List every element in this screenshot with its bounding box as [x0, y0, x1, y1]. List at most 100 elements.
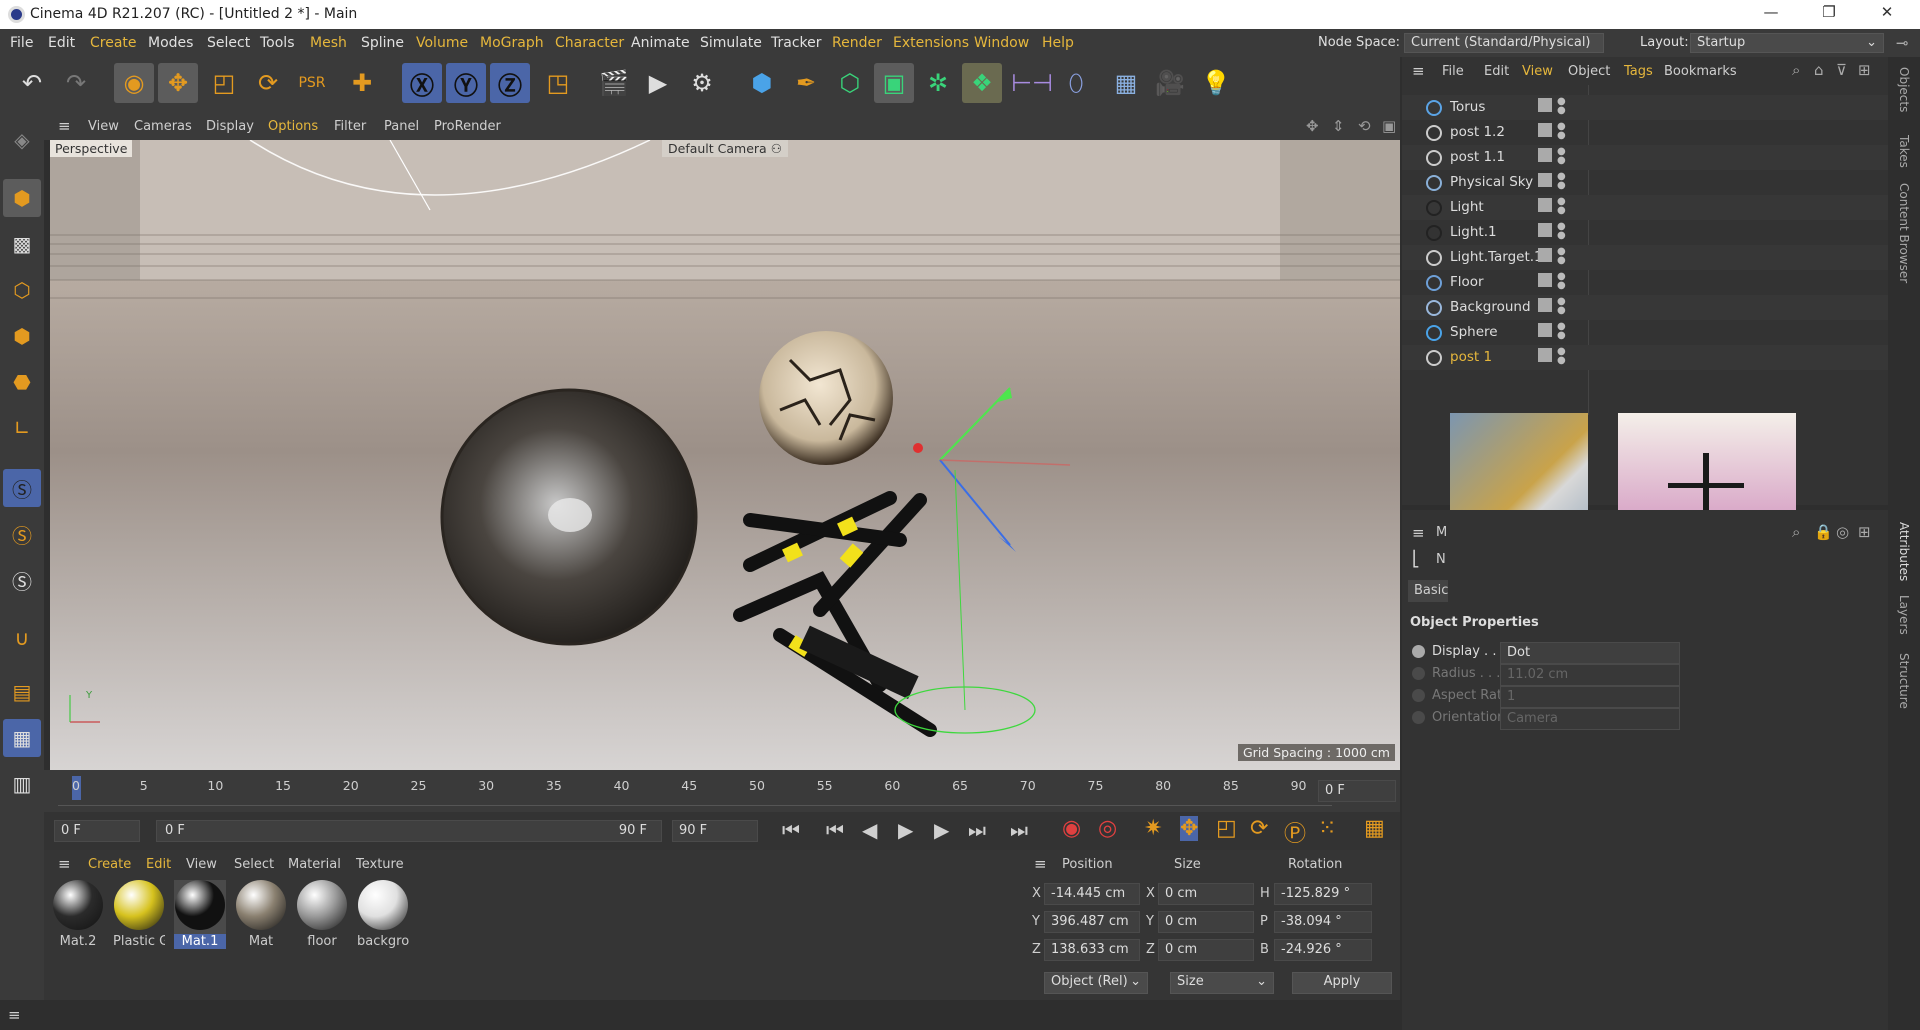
menu-window[interactable]: Window: [974, 35, 1029, 51]
position-field[interactable]: 138.633 cm: [1044, 939, 1140, 961]
layer-checkbox[interactable]: [1538, 148, 1552, 162]
render-picture-viewer-icon[interactable]: ▶: [638, 63, 678, 103]
record-icon[interactable]: ◉: [1062, 816, 1081, 841]
key-rotation-icon[interactable]: ⟳: [1250, 816, 1268, 841]
render-view-icon[interactable]: 🎬: [594, 63, 634, 103]
visibility-dots-icon[interactable]: ● ●: [1557, 197, 1566, 216]
cube-icon[interactable]: ⬢: [742, 63, 782, 103]
obj-menu-tags[interactable]: Tags: [1624, 64, 1653, 79]
attr-field[interactable]: Camera: [1500, 708, 1680, 730]
make-editable-icon[interactable]: ◈: [3, 121, 41, 159]
obj-menu-file[interactable]: File: [1442, 64, 1464, 79]
autokey-icon[interactable]: ◎: [1098, 816, 1117, 841]
mat-menu-create[interactable]: Create: [88, 857, 131, 872]
layer-checkbox[interactable]: [1538, 98, 1552, 112]
end-frame-field[interactable]: 90 F: [672, 820, 758, 842]
hamburger-icon[interactable]: ≡: [58, 855, 71, 873]
rotate-tool-icon[interactable]: ⟳: [248, 63, 288, 103]
key-pla-icon[interactable]: ⁙: [1318, 816, 1336, 841]
close-button[interactable]: ✕: [1864, 3, 1910, 27]
menu-extensions[interactable]: Extensions: [893, 35, 969, 51]
timeline[interactable]: 0 5 10 15 20 25 30 35 40 45 50 55 60 65 70 75 80 85 90 0 F: [44, 770, 1400, 812]
visibility-dots-icon[interactable]: ● ●: [1557, 272, 1566, 291]
goto-prev-key-icon[interactable]: ⏮: [826, 818, 844, 842]
polygons-mode-icon[interactable]: ⬣: [3, 363, 41, 401]
coord-mode-select[interactable]: Object (Rel) ⌄: [1044, 972, 1148, 994]
layer-checkbox[interactable]: [1538, 298, 1552, 312]
hamburger-icon[interactable]: ≡: [1412, 524, 1425, 542]
vp-menu-options[interactable]: Options: [268, 119, 318, 134]
rotate-view-icon[interactable]: ⟲: [1358, 117, 1371, 135]
new-panel-icon[interactable]: ⊞: [1858, 61, 1871, 79]
mat-menu-edit[interactable]: Edit: [146, 857, 171, 872]
layout-select[interactable]: Startup ⌄: [1690, 33, 1884, 53]
deformer-icon[interactable]: ⊢⊣: [1011, 63, 1053, 103]
attr-field[interactable]: 1: [1500, 686, 1680, 708]
maximize-view-icon[interactable]: ▣: [1382, 117, 1396, 135]
layer-checkbox[interactable]: [1538, 173, 1552, 187]
extrude-icon[interactable]: ▣: [874, 63, 914, 103]
visibility-dots-icon[interactable]: ● ●: [1557, 297, 1566, 316]
cloner-icon[interactable]: ✲: [918, 63, 958, 103]
points-mode-icon[interactable]: ⬡: [3, 271, 41, 309]
rotation-field[interactable]: -24.926 °: [1274, 939, 1372, 961]
material-item[interactable]: Mat: [235, 880, 287, 949]
rotation-field[interactable]: -38.094 °: [1274, 911, 1372, 933]
visibility-dots-icon[interactable]: ● ●: [1557, 247, 1566, 266]
target-icon[interactable]: ◎: [1836, 523, 1849, 541]
snap-icon[interactable]: Ⓢ: [3, 469, 41, 507]
search-icon[interactable]: ⌕: [1792, 523, 1800, 541]
attr-field[interactable]: Dot: [1500, 642, 1680, 664]
menu-mograph[interactable]: MoGraph: [480, 35, 544, 51]
visibility-dots-icon[interactable]: ● ●: [1557, 347, 1566, 366]
filter-icon[interactable]: ⊽: [1836, 61, 1847, 79]
restore-button[interactable]: ❐: [1806, 3, 1852, 27]
workplane-lock-icon[interactable]: ▦: [3, 719, 41, 757]
object-row[interactable]: post 1 ● ●: [1402, 345, 1888, 370]
start-frame-field[interactable]: 0 F: [54, 820, 140, 842]
pattern-sphere[interactable]: [759, 331, 893, 465]
light-bulb-icon[interactable]: 💡: [1196, 63, 1236, 103]
vp-menu-view[interactable]: View: [88, 119, 119, 134]
vp-menu-cameras[interactable]: Cameras: [134, 119, 192, 134]
visibility-dots-icon[interactable]: ● ●: [1557, 97, 1566, 116]
keyframe-settings-icon[interactable]: ✷: [1144, 816, 1162, 841]
visibility-dots-icon[interactable]: ● ●: [1557, 222, 1566, 241]
vtab-takes[interactable]: Takes: [1897, 135, 1911, 168]
object-row[interactable]: Torus ● ●: [1402, 95, 1888, 120]
mat-menu-select[interactable]: Select: [234, 857, 274, 872]
field-icon[interactable]: ⬯: [1056, 63, 1096, 103]
position-field[interactable]: 396.487 cm: [1044, 911, 1140, 933]
minimize-button[interactable]: —: [1748, 3, 1794, 27]
attr-field[interactable]: 11.02 cm: [1500, 664, 1680, 686]
move-tool-icon[interactable]: ✥: [158, 63, 198, 103]
object-row[interactable]: Light.1 ● ●: [1402, 220, 1888, 245]
attr-tab-mode[interactable]: M: [1436, 525, 1447, 540]
size-mode-select[interactable]: Size ⌄: [1170, 972, 1274, 994]
object-row[interactable]: Sphere ● ●: [1402, 320, 1888, 345]
layer-checkbox[interactable]: [1538, 273, 1552, 287]
lock-icon[interactable]: 🔒: [1814, 523, 1833, 541]
menu-simulate[interactable]: Simulate: [700, 35, 762, 51]
recent-tools-icon[interactable]: PSR: [292, 63, 332, 103]
mograph-cloner-icon[interactable]: ❖: [962, 63, 1002, 103]
camera-icon[interactable]: 🎥: [1150, 63, 1190, 103]
mat-menu-view[interactable]: View: [186, 857, 217, 872]
menu-render[interactable]: Render: [832, 35, 882, 51]
object-row[interactable]: post 1.1 ● ●: [1402, 145, 1888, 170]
workplane-icon[interactable]: ▤: [3, 673, 41, 711]
key-scale-icon[interactable]: ◰: [1216, 816, 1237, 841]
viewport[interactable]: Perspective Default Camera ⚇ Grid Spacin…: [50, 140, 1400, 770]
obj-menu-object[interactable]: Object: [1568, 64, 1610, 79]
animation-dot-icon[interactable]: [1412, 645, 1425, 658]
menu-spline[interactable]: Spline: [361, 35, 404, 51]
scale-tool-icon[interactable]: ◰: [204, 63, 244, 103]
vp-menu-prorender[interactable]: ProRender: [434, 119, 501, 134]
floor-icon[interactable]: ▦: [1106, 63, 1146, 103]
node-space-select[interactable]: Current (Standard/Physical) ⌄: [1404, 33, 1604, 65]
layer-checkbox[interactable]: [1538, 348, 1552, 362]
menu-edit[interactable]: Edit: [48, 35, 75, 51]
menu-character[interactable]: Character: [555, 35, 624, 51]
layer-checkbox[interactable]: [1538, 198, 1552, 212]
size-field[interactable]: 0 cm: [1158, 939, 1254, 961]
